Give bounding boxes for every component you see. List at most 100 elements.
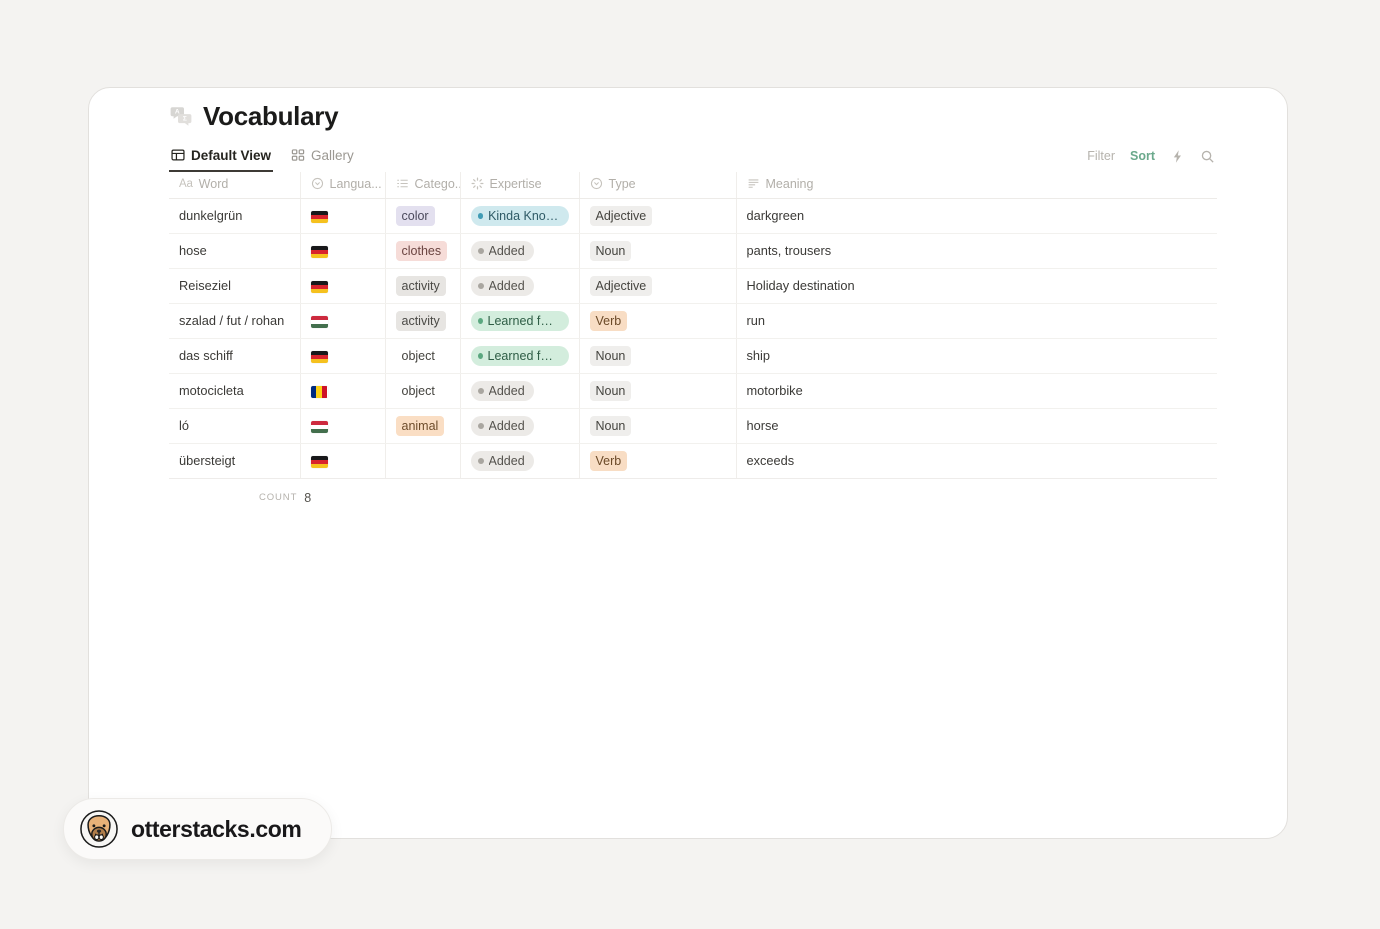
tab-default-view[interactable]: Default View (169, 145, 274, 172)
expertise-status-badge: Added (470, 450, 534, 471)
cell-expertise[interactable]: Added (460, 373, 580, 409)
type-chip: Verb (589, 310, 628, 331)
expertise-label: Added (488, 278, 525, 293)
cell-expertise[interactable]: Added (460, 233, 580, 269)
cell-expertise[interactable]: Added (460, 443, 580, 479)
column-header-type[interactable]: Type (579, 171, 737, 199)
germany-flag (310, 455, 328, 468)
column-header-word-label: Word (198, 176, 229, 191)
cell-word[interactable]: dunkelgrün (169, 198, 301, 234)
lightning-bolt-icon[interactable] (1170, 149, 1185, 164)
cell-meaning[interactable]: ship (736, 338, 1217, 374)
column-header-category[interactable]: Catego... (385, 171, 461, 199)
cell-language[interactable] (300, 268, 386, 304)
cell-type[interactable]: Noun (579, 408, 737, 444)
cell-expertise[interactable]: Kinda Know It (460, 198, 580, 234)
column-header-word[interactable]: Aa Word (169, 171, 301, 199)
cell-type[interactable]: Noun (579, 373, 737, 409)
cell-category[interactable]: object (385, 338, 461, 374)
column-header-meaning[interactable]: Meaning (736, 171, 1217, 199)
cell-word[interactable]: das schiff (169, 338, 301, 374)
table-row[interactable]: übersteigt Added Verb exceeds (169, 443, 1217, 479)
status-dot-icon (477, 422, 484, 429)
cell-category[interactable]: color (385, 198, 461, 234)
cell-word[interactable]: hose (169, 233, 301, 269)
search-icon[interactable] (1200, 149, 1215, 164)
type-chip: Noun (589, 380, 632, 401)
cell-language[interactable] (300, 233, 386, 269)
cell-language[interactable] (300, 443, 386, 479)
cell-word[interactable]: übersteigt (169, 443, 301, 479)
cell-language[interactable] (300, 408, 386, 444)
cell-language[interactable] (300, 373, 386, 409)
germany-flag (310, 350, 328, 363)
cell-word[interactable]: szalad / fut / rohan (169, 303, 301, 339)
cell-expertise[interactable]: Learned for S... (460, 338, 580, 374)
sort-button[interactable]: Sort (1130, 149, 1155, 163)
cell-type[interactable]: Noun (579, 338, 737, 374)
cell-expertise[interactable]: Added (460, 268, 580, 304)
table-row[interactable]: motocicleta object Added Noun motorbike (169, 373, 1217, 409)
type-chip: Verb (589, 450, 628, 471)
category-chip: clothes (395, 240, 448, 261)
cell-language[interactable] (300, 303, 386, 339)
select-circle-icon (311, 177, 324, 190)
cell-meaning[interactable]: exceeds (736, 443, 1217, 479)
cell-expertise[interactable]: Learned for S... (460, 303, 580, 339)
hungary-flag (310, 420, 328, 433)
multi-select-list-icon (396, 177, 409, 190)
table-row[interactable]: ló animal Added Noun horse (169, 408, 1217, 444)
table-grid-icon (171, 148, 185, 162)
cell-category[interactable]: object (385, 373, 461, 409)
cell-category[interactable]: clothes (385, 233, 461, 269)
romania-flag (310, 385, 328, 398)
cell-expertise[interactable]: Added (460, 408, 580, 444)
column-header-type-label: Type (608, 176, 636, 191)
expertise-label: Added (488, 453, 525, 468)
cell-meaning[interactable]: motorbike (736, 373, 1217, 409)
svg-text:A: A (175, 109, 180, 116)
cell-category[interactable]: activity (385, 268, 461, 304)
table-row[interactable]: das schiff object Learned for S... Noun ship (169, 338, 1217, 374)
cell-type[interactable]: Adjective (579, 268, 737, 304)
column-header-expertise[interactable]: Expertise (460, 171, 580, 199)
cell-meaning[interactable]: horse (736, 408, 1217, 444)
cell-word[interactable]: motocicleta (169, 373, 301, 409)
cell-type[interactable]: Adjective (579, 198, 737, 234)
filter-button[interactable]: Filter (1087, 149, 1115, 163)
count-value: 8 (304, 490, 312, 505)
category-chip: object (401, 348, 435, 363)
cell-category[interactable]: activity (385, 303, 461, 339)
cell-meaning[interactable]: pants, trousers (736, 233, 1217, 269)
expertise-label: Added (488, 418, 525, 433)
table-row[interactable]: hose clothes Added Noun pants, trousers (169, 233, 1217, 269)
tab-gallery[interactable]: Gallery (289, 145, 356, 172)
cell-meaning[interactable]: Holiday destination (736, 268, 1217, 304)
category-chip: animal (395, 415, 445, 436)
cell-word[interactable]: ló (169, 408, 301, 444)
cell-language[interactable] (300, 198, 386, 234)
cell-language[interactable] (300, 338, 386, 374)
cell-word[interactable]: Reiseziel (169, 268, 301, 304)
cell-type[interactable]: Noun (579, 233, 737, 269)
cell-type[interactable]: Verb (579, 443, 737, 479)
cell-meaning[interactable]: darkgreen (736, 198, 1217, 234)
aa-text-icon: Aa (179, 177, 193, 190)
otter-avatar-icon (80, 810, 118, 848)
cell-category[interactable]: animal (385, 408, 461, 444)
cell-meaning[interactable]: run (736, 303, 1217, 339)
type-chip: Noun (589, 415, 632, 436)
text-lines-icon (747, 177, 760, 190)
type-chip: Noun (589, 240, 632, 261)
category-chip: activity (395, 310, 446, 331)
screenshot-root: A Σ Vocabulary Default View Gallery Filt… (0, 0, 1380, 929)
row-count-footer: COUNT 8 (249, 479, 1215, 505)
table-row[interactable]: dunkelgrün color Kinda Know It Adjective dar… (169, 198, 1217, 234)
table-row[interactable]: Reiseziel activity Added Adjective Holiday d… (169, 268, 1217, 304)
app-card: A Σ Vocabulary Default View Gallery Filt… (88, 87, 1288, 839)
column-header-language[interactable]: Langua... (300, 171, 386, 199)
table-row[interactable]: szalad / fut / rohan activity Learned for … (169, 303, 1217, 339)
expertise-status-badge: Added (470, 275, 534, 296)
cell-category[interactable] (385, 443, 461, 479)
cell-type[interactable]: Verb (579, 303, 737, 339)
